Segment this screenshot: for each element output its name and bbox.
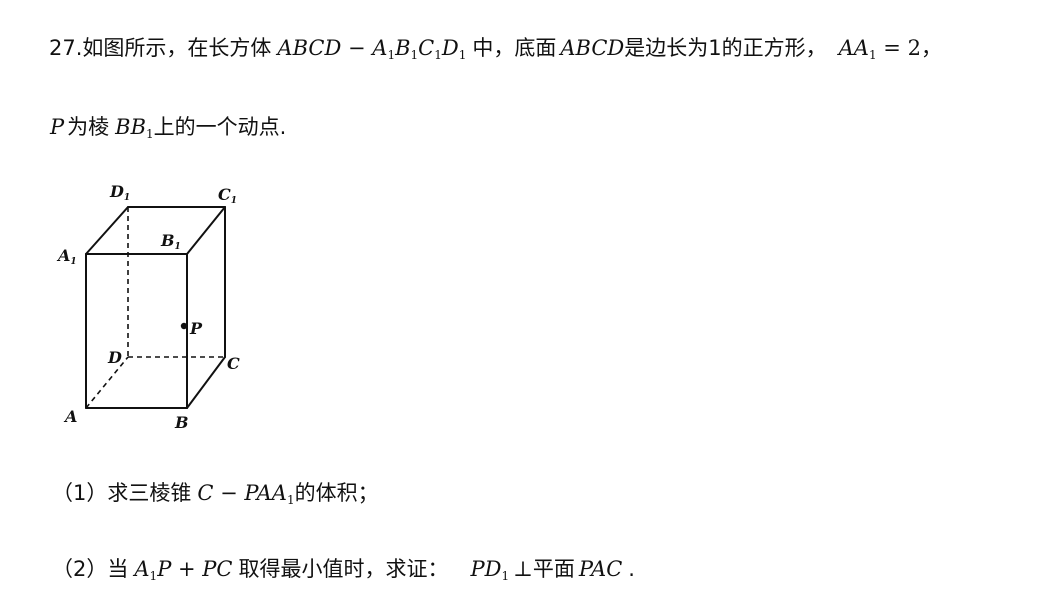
- prism-figure: D1 C1 A1 B1 P D C A B: [56, 182, 240, 432]
- edge-b-c: [186, 356, 226, 409]
- question-2: （2）当 A1P + PC 取得最小值时，求证： PD1 ⊥平面 PAC.: [52, 554, 635, 584]
- label-a1: A1: [56, 246, 77, 267]
- question-1-text: 求三棱锥: [107, 481, 192, 505]
- label-c1: C1: [218, 185, 237, 206]
- label-p: P: [189, 319, 203, 338]
- label-c: C: [227, 354, 240, 373]
- edge-b1-c1: [186, 206, 226, 255]
- sum-expr: A1P + PC: [134, 557, 233, 583]
- plane-text: 平面: [532, 557, 575, 581]
- point-p-dot: [180, 322, 188, 330]
- plane-pac: PAC: [578, 557, 623, 581]
- label-b: B: [174, 413, 189, 432]
- question-2-period: .: [628, 557, 635, 581]
- edge-d1-a1: [85, 206, 129, 255]
- question-2-number: （2）: [52, 557, 108, 581]
- label-d: D: [107, 348, 122, 367]
- question-2-min-text: 取得最小值时，求证：: [238, 557, 449, 581]
- question-1: （1）求三棱锥 C − PAA1的体积；: [52, 478, 379, 508]
- label-b1: B1: [160, 231, 181, 252]
- label-a: A: [63, 407, 77, 426]
- question-1-end: 的体积；: [294, 481, 379, 505]
- question-1-number: （1）: [52, 481, 108, 505]
- pd1-expr: PD1: [470, 557, 510, 583]
- perpendicular-symbol: ⊥: [513, 557, 533, 581]
- question-2-when: 当: [107, 557, 129, 581]
- label-d1: D1: [109, 182, 130, 203]
- pyramid-expr: C − PAA1: [197, 481, 295, 507]
